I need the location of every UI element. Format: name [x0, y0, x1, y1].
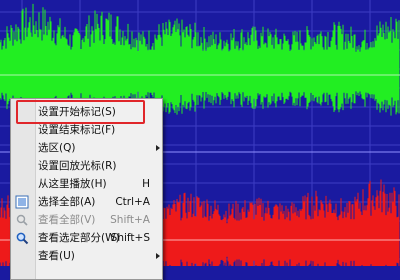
- menu-item-label: 查看选定部分(W): [38, 232, 120, 244]
- menu-item-selection[interactable]: 选区(Q): [11, 139, 162, 157]
- context-menu: 设置开始标记(S) 设置结束标记(F) 选区(Q) 设置回放光标(R) 从这里播…: [10, 98, 163, 280]
- zoom-selection-icon: [16, 232, 29, 245]
- menu-item-shortcut: H: [142, 178, 150, 190]
- submenu-arrow-icon: [156, 253, 160, 259]
- menu-item-shortcut: Ctrl+A: [115, 196, 150, 208]
- submenu-arrow-icon: [156, 145, 160, 151]
- view-all-icon: [16, 214, 28, 226]
- menu-item-view-selection[interactable]: 查看选定部分(W) Shift+S: [11, 229, 162, 247]
- menu-item-label: 设置回放光标(R): [38, 160, 117, 172]
- select-all-icon: [15, 195, 29, 209]
- menu-item-label: 查看(U): [38, 250, 75, 262]
- menu-item-shortcut: Shift+S: [110, 232, 150, 244]
- highlight-annotation: [16, 100, 145, 124]
- menu-item-play-from-here[interactable]: 从这里播放(H) H: [11, 175, 162, 193]
- menu-item-label: 查看全部(V): [38, 214, 96, 226]
- menu-item-label: 选区(Q): [38, 142, 76, 154]
- menu-item-view[interactable]: 查看(U): [11, 247, 162, 265]
- menu-item-shortcut: Shift+A: [110, 214, 150, 226]
- menu-item-select-all[interactable]: 选择全部(A) Ctrl+A: [11, 193, 162, 211]
- menu-item-view-all[interactable]: 查看全部(V) Shift+A: [11, 211, 162, 229]
- menu-item-label: 选择全部(A): [38, 196, 96, 208]
- menu-item-label: 从这里播放(H): [38, 178, 107, 190]
- menu-item-set-playback-cursor[interactable]: 设置回放光标(R): [11, 157, 162, 175]
